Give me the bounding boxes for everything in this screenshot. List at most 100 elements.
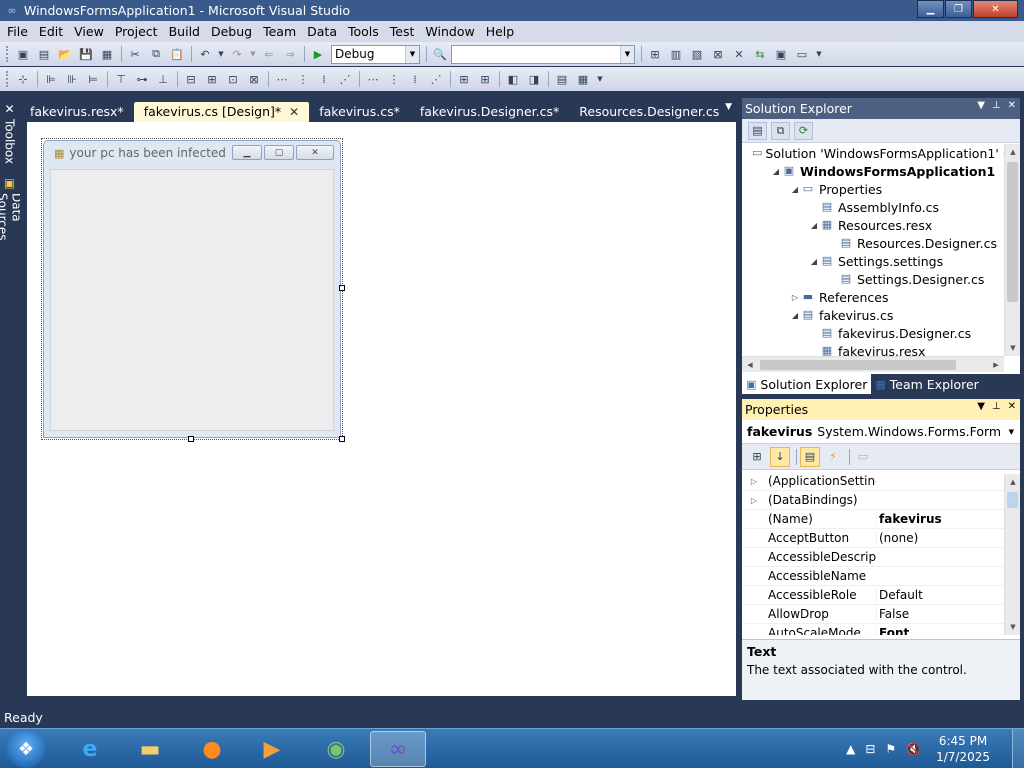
- scroll-up-icon[interactable]: ▲: [1005, 474, 1021, 490]
- property-grid-vertical-scrollbar[interactable]: ▲ ▼: [1004, 474, 1020, 635]
- send-to-back-icon[interactable]: ◨: [524, 70, 544, 88]
- events-icon[interactable]: ⚡: [823, 447, 843, 467]
- tree-item[interactable]: ◢ ▤ Settings.settings: [742, 252, 1004, 270]
- properties-title-bar[interactable]: Properties ▼ ⊥ ✕: [742, 399, 1020, 420]
- panel-tab-team-explorer[interactable]: ▦ Team Explorer: [871, 374, 982, 394]
- show-desktop-button[interactable]: [1012, 729, 1024, 768]
- object-selector[interactable]: fakevirus System.Windows.Forms.Form ▼: [742, 420, 1020, 444]
- align-middles-icon[interactable]: ⊶: [132, 70, 152, 88]
- restore-button[interactable]: ❐: [945, 0, 972, 18]
- tree-item[interactable]: ▤ AssemblyInfo.cs: [742, 198, 1004, 216]
- resize-handle-right[interactable]: [339, 285, 345, 291]
- form-caption-bar[interactable]: ▦ your pc has been infected (tr... ▁ ▢ ✕: [44, 141, 340, 165]
- window-position-icon[interactable]: ▼: [977, 401, 985, 412]
- resize-handle-bottom[interactable]: [188, 436, 194, 442]
- property-row[interactable]: AccessibleRole Default: [742, 586, 1004, 605]
- tree-item[interactable]: ▦ fakevirus.resx: [742, 342, 1004, 357]
- taskbar-firefox[interactable]: ●: [184, 731, 240, 767]
- toolbar-grip[interactable]: [6, 46, 9, 62]
- tree-item[interactable]: ◢ ▭ Properties: [742, 180, 1004, 198]
- solution-tree-vertical-scrollbar[interactable]: ▲ ▼: [1004, 144, 1020, 356]
- open-file-icon[interactable]: 📂: [55, 45, 75, 63]
- tree-item[interactable]: ▷ ▬ References: [742, 288, 1004, 306]
- menu-item-edit[interactable]: Edit: [35, 21, 70, 42]
- scroll-left-icon[interactable]: ◀: [742, 357, 758, 373]
- save-icon[interactable]: 💾: [76, 45, 96, 63]
- undo-dropdown-icon[interactable]: ▼: [216, 45, 226, 63]
- action-center-flag-icon[interactable]: ⚑: [885, 742, 896, 756]
- tools-icon[interactable]: ✕: [729, 45, 749, 63]
- property-value[interactable]: Default: [876, 588, 1004, 602]
- server-explorer-icon[interactable]: ▣: [771, 45, 791, 63]
- document-tab[interactable]: Resources.Designer.cs: [569, 102, 729, 122]
- auto-hide-pin-icon[interactable]: ⊥: [992, 100, 1001, 111]
- start-debugging-icon[interactable]: ▶: [308, 45, 328, 63]
- close-button[interactable]: ✕: [973, 0, 1018, 18]
- solution-explorer-title-bar[interactable]: Solution Explorer ▼ ⊥ ✕: [742, 98, 1020, 119]
- scroll-up-icon[interactable]: ▲: [1005, 144, 1021, 160]
- volume-muted-icon[interactable]: 🔇: [906, 742, 921, 756]
- remove-vertical-spacing-icon[interactable]: ⋰: [426, 70, 446, 88]
- menu-item-test[interactable]: Test: [386, 21, 422, 42]
- paste-icon[interactable]: 📋: [167, 45, 187, 63]
- save-all-icon[interactable]: ▦: [97, 45, 117, 63]
- tree-item[interactable]: ▤ Resources.Designer.cs: [742, 234, 1004, 252]
- document-tab[interactable]: fakevirus.Designer.cs*: [410, 102, 569, 122]
- properties-view-icon[interactable]: ▤: [800, 446, 820, 467]
- expand-toggle-icon[interactable]: ▷: [742, 476, 766, 486]
- align-tops-icon[interactable]: ⊤: [111, 70, 131, 88]
- close-icon[interactable]: ✕: [1008, 401, 1016, 412]
- property-row[interactable]: AcceptButton (none): [742, 529, 1004, 548]
- taskbar-visual-studio[interactable]: ∞: [370, 731, 426, 767]
- find-combo[interactable]: ▼: [451, 44, 635, 64]
- property-row[interactable]: ▷ (DataBindings): [742, 491, 1004, 510]
- form-client-area[interactable]: [50, 169, 334, 431]
- auto-hide-pin-icon[interactable]: ⊥: [992, 401, 1001, 412]
- undo-icon[interactable]: ↶: [195, 45, 215, 63]
- form-selection-frame[interactable]: ▦ your pc has been infected (tr... ▁ ▢ ✕: [41, 138, 345, 442]
- scroll-thumb[interactable]: [760, 360, 956, 370]
- menu-item-build[interactable]: Build: [165, 21, 207, 42]
- tree-item[interactable]: ▤ fakevirus.Designer.cs: [742, 324, 1004, 342]
- toolbar-grip[interactable]: [6, 71, 9, 87]
- solution-configuration-select[interactable]: Debug ▼: [331, 44, 420, 64]
- taskbar-file-explorer[interactable]: ▬: [122, 731, 178, 767]
- categorized-icon[interactable]: ⊞: [747, 447, 767, 467]
- expand-toggle-icon[interactable]: ◢: [809, 257, 819, 266]
- properties-icon[interactable]: ▤: [748, 121, 767, 140]
- redo-dropdown-icon[interactable]: ▼: [248, 45, 258, 63]
- menu-item-file[interactable]: File: [3, 21, 35, 42]
- align-rights-icon[interactable]: ⊨: [83, 70, 103, 88]
- increase-vertical-spacing-icon[interactable]: ⋮: [384, 70, 404, 88]
- make-same-width-icon[interactable]: ⊟: [181, 70, 201, 88]
- cut-icon[interactable]: ✂: [125, 45, 145, 63]
- property-row[interactable]: AccessibleName: [742, 567, 1004, 586]
- close-tab-icon[interactable]: ✕: [289, 102, 299, 122]
- menu-item-debug[interactable]: Debug: [207, 21, 259, 42]
- menu-item-window[interactable]: Window: [421, 21, 481, 42]
- property-value[interactable]: (none): [876, 531, 1004, 545]
- property-pages-icon[interactable]: ▭: [853, 447, 873, 467]
- menu-item-tools[interactable]: Tools: [344, 21, 386, 42]
- toolbox-tab[interactable]: ✕ Toolbox: [1, 100, 18, 172]
- property-row[interactable]: (Name) fakevirus: [742, 510, 1004, 529]
- document-tab[interactable]: fakevirus.resx*: [20, 102, 134, 122]
- align-to-grid-icon[interactable]: ⊹: [13, 70, 33, 88]
- show-all-files-icon[interactable]: ⧉: [771, 121, 790, 140]
- expand-toggle-icon[interactable]: ◢: [771, 167, 781, 176]
- document-tab[interactable]: fakevirus.cs*: [309, 102, 410, 122]
- tab-order-icon[interactable]: ▤: [552, 70, 572, 88]
- scroll-down-icon[interactable]: ▼: [1005, 619, 1021, 635]
- bring-to-front-icon[interactable]: ◧: [503, 70, 523, 88]
- alphabetical-icon[interactable]: ↓: [770, 446, 790, 467]
- add-item-icon[interactable]: ▤: [34, 45, 54, 63]
- window-position-icon[interactable]: ▼: [977, 100, 985, 111]
- property-value[interactable]: Font: [876, 626, 1004, 635]
- resize-handle-bottom-right[interactable]: [339, 436, 345, 442]
- close-icon[interactable]: ✕: [1008, 100, 1016, 111]
- scroll-down-icon[interactable]: ▼: [1005, 340, 1021, 356]
- tree-item[interactable]: ◢ ▤ fakevirus.cs: [742, 306, 1004, 324]
- property-value[interactable]: fakevirus: [876, 512, 1004, 526]
- extension-manager-icon[interactable]: ⇆: [750, 45, 770, 63]
- refresh-icon[interactable]: ⟳: [794, 121, 813, 140]
